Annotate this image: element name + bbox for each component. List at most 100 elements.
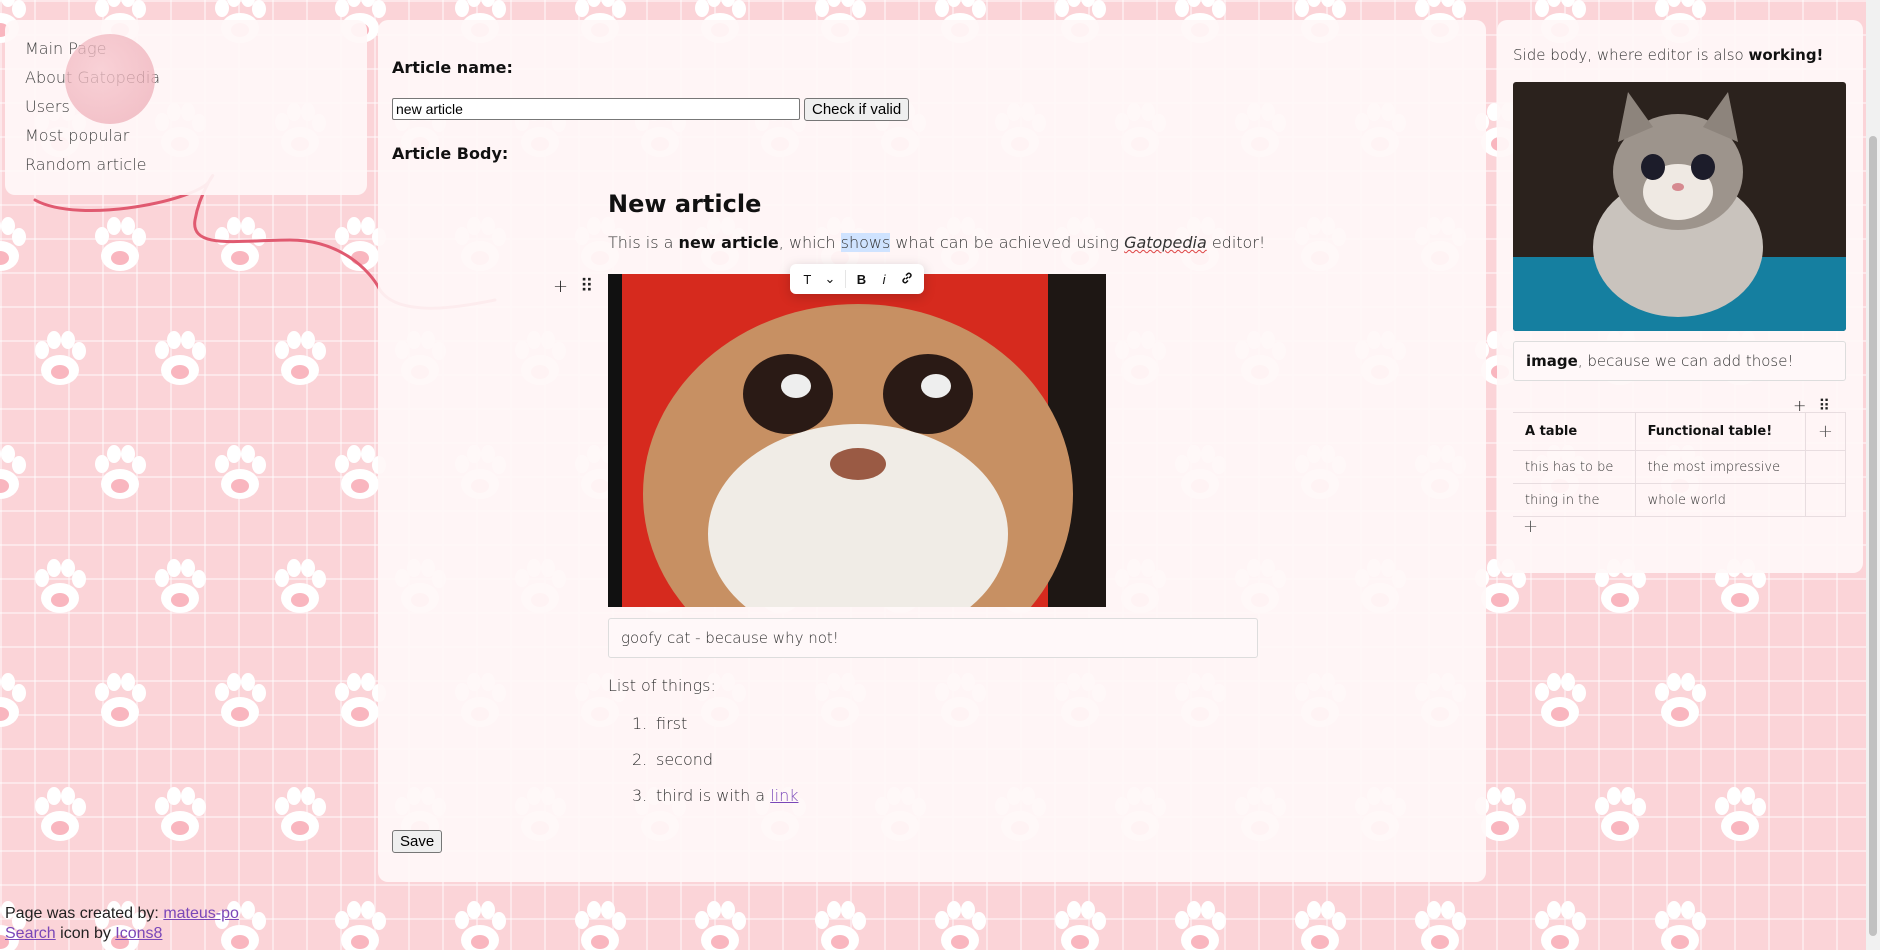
article-heading[interactable]: New article [608, 190, 1308, 218]
toolbar-divider [845, 270, 847, 288]
paw-print-icon [275, 787, 326, 841]
list-item[interactable]: 1. first [632, 714, 798, 750]
add-column-icon[interactable]: + [1804, 412, 1847, 451]
paw-print-icon [35, 331, 86, 385]
paw-print-icon [215, 217, 266, 271]
side-image-caption[interactable]: image, because we can add those! [1513, 341, 1846, 381]
side-text-plain: Side body, where editor is also [1513, 46, 1749, 64]
link-icon[interactable] [897, 272, 916, 287]
paw-print-icon [1055, 901, 1106, 950]
table-cell[interactable]: whole world [1634, 483, 1806, 517]
ordered-list[interactable]: 1. first 2. second 3. third is with a link [632, 714, 798, 822]
article-paragraph[interactable]: This is a new article, which shows what … [608, 232, 1308, 254]
bold-icon[interactable]: B [852, 272, 871, 287]
table-header-row: A table Functional table! + [1513, 412, 1847, 451]
paragraph-text: This is a [608, 233, 679, 252]
table-row: this has to be the most impressive [1513, 450, 1847, 484]
selected-text: shows [840, 233, 891, 252]
table-cell-empty [1804, 450, 1847, 484]
paw-print-icon [1415, 901, 1466, 950]
table-header-cell[interactable]: Functional table! [1634, 412, 1806, 451]
paw-print-icon [1175, 901, 1226, 950]
block-tools: + ⠿ [553, 276, 593, 297]
paragraph-text: editor! [1206, 233, 1266, 252]
paw-print-icon [0, 217, 26, 271]
paw-print-icon [155, 787, 206, 841]
scrollbar-thumb[interactable] [1869, 136, 1877, 936]
paw-print-icon [335, 901, 386, 950]
nav-link-most-popular[interactable]: Most popular [25, 121, 347, 150]
table-row: thing in the whole world [1513, 483, 1847, 517]
article-name-label: Article name: [392, 58, 513, 77]
list-item-text: third is with a [656, 786, 771, 805]
paragraph-bold-text: new article [678, 233, 779, 252]
footer-icon-credit-line: Search icon by Icons8 [5, 924, 239, 944]
inline-format-toolbar: T ⌄ B i [790, 264, 924, 294]
side-text-bold: working! [1748, 46, 1824, 64]
nav-link-random-article[interactable]: Random article [25, 150, 347, 179]
sidebar-navigation: Main Page About Gatopedia Users Most pop… [5, 20, 367, 195]
footer-credit-line: Page was created by: mateus-po [5, 904, 239, 924]
crying-kitten-image[interactable] [1513, 82, 1846, 331]
list-item-text: second [656, 750, 714, 769]
list-title[interactable]: List of things: [608, 676, 716, 695]
list-item[interactable]: 3. third is with a link [632, 786, 798, 822]
paw-print-icon [275, 331, 326, 385]
save-button[interactable]: Save [392, 830, 443, 853]
search-icon-credit-link[interactable]: Search [5, 925, 56, 942]
caption-text: , because we can add those! [1577, 352, 1794, 370]
caption-bold-text: image [1526, 352, 1578, 370]
paw-print-icon [95, 217, 146, 271]
yarn-ball-icon [65, 34, 155, 124]
paw-print-icon [935, 901, 986, 950]
side-body-panel: Side body, where editor is also working!… [1497, 20, 1863, 573]
paw-print-icon [0, 673, 26, 727]
paw-print-icon [95, 445, 146, 499]
paw-print-icon [1715, 787, 1766, 841]
paw-print-icon [1295, 901, 1346, 950]
article-body-editor[interactable]: New article This is a new article, which… [608, 190, 1308, 254]
drag-handle-icon[interactable]: ⠿ [580, 276, 593, 297]
vertical-scrollbar[interactable] [1866, 0, 1880, 950]
paw-print-icon [155, 331, 206, 385]
italic-icon[interactable]: i [875, 272, 894, 287]
list-item[interactable]: 2. second [632, 750, 798, 786]
add-block-icon[interactable]: + [553, 276, 568, 297]
paw-print-icon [95, 673, 146, 727]
paragraph-text: , which [778, 233, 841, 252]
image-caption[interactable]: goofy cat - because why not! [608, 618, 1258, 658]
text-type-icon[interactable]: T [798, 272, 817, 287]
functional-table[interactable]: A table Functional table! + this has to … [1513, 412, 1847, 517]
list-number: 3. [632, 786, 648, 805]
list-number: 2. [632, 750, 648, 769]
paw-print-icon [35, 787, 86, 841]
paw-print-icon [0, 445, 26, 499]
table-cell[interactable]: this has to be [1513, 450, 1636, 484]
paw-print-icon [1595, 787, 1646, 841]
paw-print-icon [1655, 901, 1706, 950]
chevron-down-icon[interactable]: ⌄ [821, 271, 840, 287]
table-header-cell[interactable]: A table [1513, 412, 1636, 451]
check-if-valid-button[interactable]: Check if valid [804, 98, 910, 121]
article-body-label: Article Body: [392, 144, 509, 163]
article-name-input[interactable] [392, 98, 800, 120]
list-link[interactable]: link [770, 786, 798, 805]
paw-print-icon [815, 901, 866, 950]
side-body-paragraph[interactable]: Side body, where editor is also working! [1513, 46, 1823, 64]
goofy-cat-image[interactable] [608, 274, 1106, 607]
paw-print-icon [1535, 673, 1586, 727]
paw-print-icon [455, 901, 506, 950]
paw-print-icon [155, 559, 206, 613]
icons8-link[interactable]: Icons8 [115, 925, 162, 942]
paw-print-icon [215, 673, 266, 727]
add-row-icon[interactable]: + [1523, 516, 1538, 537]
paw-print-icon [1655, 673, 1706, 727]
paw-print-icon [575, 901, 626, 950]
paw-print-icon [35, 559, 86, 613]
footer-text: Page was created by: [5, 905, 164, 922]
table-cell[interactable]: thing in the [1513, 483, 1636, 517]
list-number: 1. [632, 714, 648, 733]
table-cell[interactable]: the most impressive [1634, 450, 1806, 484]
author-link[interactable]: mateus-po [163, 905, 239, 922]
paw-print-icon [215, 445, 266, 499]
